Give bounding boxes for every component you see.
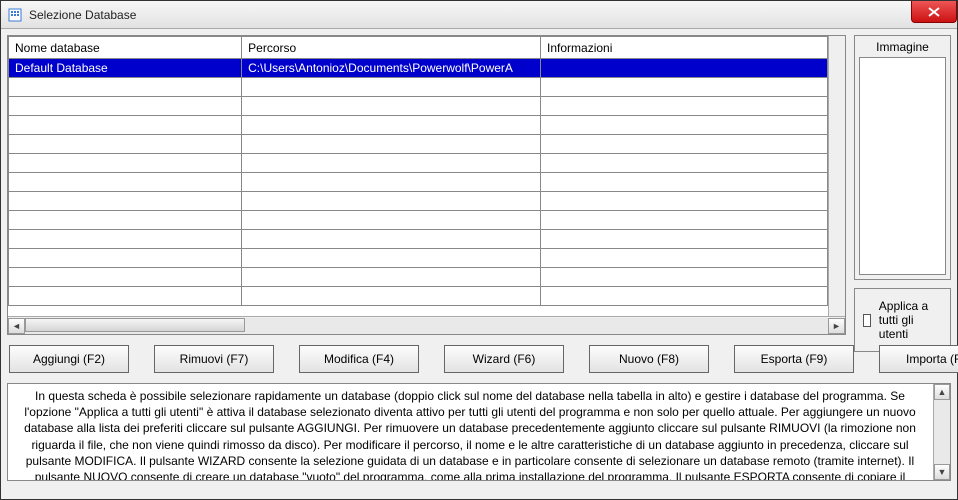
cell-info[interactable] [541,154,828,173]
table-row[interactable] [9,287,828,306]
column-header-name[interactable]: Nome database [9,37,242,59]
table-row[interactable] [9,173,828,192]
table-row[interactable] [9,97,828,116]
cell-info[interactable] [541,78,828,97]
apply-all-checkbox[interactable] [863,314,871,327]
app-icon [7,7,23,23]
help-text: In questa scheda è possibile selezionare… [14,388,944,481]
cell-info[interactable] [541,211,828,230]
cell-name[interactable] [9,230,242,249]
window-title: Selezione Database [29,8,136,22]
scroll-thumb[interactable] [25,318,245,332]
cell-info[interactable] [541,116,828,135]
button-row: Aggiungi (F2) Rimuovi (F7) Modifica (F4)… [7,341,951,377]
database-table-container: Nome database Percorso Informazioni Defa… [7,35,846,335]
cell-name[interactable] [9,154,242,173]
cell-info[interactable] [541,249,828,268]
cell-info[interactable] [541,287,828,306]
cell-name[interactable] [9,268,242,287]
cell-info[interactable] [541,192,828,211]
content-area: Nome database Percorso Informazioni Defa… [1,29,957,499]
table-vertical-scrollbar[interactable] [828,36,845,316]
table-row[interactable] [9,135,828,154]
help-scroll-track[interactable] [934,400,950,464]
table-row[interactable] [9,192,828,211]
remove-button[interactable]: Rimuovi (F7) [154,345,274,373]
scroll-down-icon[interactable]: ▼ [934,464,950,480]
cell-path[interactable] [242,116,541,135]
cell-path[interactable] [242,287,541,306]
cell-name[interactable] [9,97,242,116]
table-row[interactable] [9,249,828,268]
wizard-button[interactable]: Wizard (F6) [444,345,564,373]
cell-path[interactable] [242,192,541,211]
scroll-up-icon[interactable]: ▲ [934,384,950,400]
table-row[interactable] [9,154,828,173]
scroll-left-icon[interactable]: ◄ [8,318,25,334]
table-row[interactable]: Default DatabaseC:\Users\Antonioz\Docume… [9,59,828,78]
modify-button[interactable]: Modifica (F4) [299,345,419,373]
image-panel-label: Immagine [859,40,946,54]
cell-path[interactable] [242,154,541,173]
close-button[interactable] [911,1,957,23]
export-button[interactable]: Esporta (F9) [734,345,854,373]
cell-name[interactable]: Default Database [9,59,242,78]
cell-name[interactable] [9,287,242,306]
image-preview [859,57,946,275]
cell-info[interactable] [541,135,828,154]
cell-name[interactable] [9,116,242,135]
import-button[interactable]: Importa (F3) [879,345,958,373]
window: Selezione Database Nome database Percors… [0,0,958,500]
column-header-info[interactable]: Informazioni [541,37,828,59]
cell-path[interactable] [242,230,541,249]
cell-info[interactable] [541,59,828,78]
cell-path[interactable] [242,211,541,230]
database-grid[interactable]: Nome database Percorso Informazioni Defa… [8,36,828,316]
top-row: Nome database Percorso Informazioni Defa… [7,35,951,335]
cell-info[interactable] [541,230,828,249]
help-vertical-scrollbar[interactable]: ▲ ▼ [933,384,950,480]
cell-path[interactable] [242,173,541,192]
titlebar[interactable]: Selezione Database [1,1,957,29]
cell-info[interactable] [541,97,828,116]
cell-info[interactable] [541,268,828,287]
cell-path[interactable] [242,268,541,287]
cell-name[interactable] [9,249,242,268]
cell-path[interactable] [242,135,541,154]
image-panel: Immagine [854,35,951,280]
cell-name[interactable] [9,78,242,97]
right-panel: Immagine Applica a tutti gli utenti [854,35,951,335]
cell-path[interactable] [242,97,541,116]
cell-name[interactable] [9,192,242,211]
table-row[interactable] [9,211,828,230]
cell-name[interactable] [9,173,242,192]
table-horizontal-scrollbar[interactable]: ◄ ► [8,316,845,334]
table-row[interactable] [9,268,828,287]
new-button[interactable]: Nuovo (F8) [589,345,709,373]
add-button[interactable]: Aggiungi (F2) [9,345,129,373]
column-header-path[interactable]: Percorso [242,37,541,59]
cell-name[interactable] [9,211,242,230]
table-row[interactable] [9,116,828,135]
close-icon [928,7,940,17]
cell-path[interactable] [242,78,541,97]
table-row[interactable] [9,78,828,97]
scroll-track[interactable] [25,318,828,334]
cell-info[interactable] [541,173,828,192]
cell-name[interactable] [9,135,242,154]
cell-path[interactable]: C:\Users\Antonioz\Documents\Powerwolf\Po… [242,59,541,78]
cell-path[interactable] [242,249,541,268]
apply-all-label: Applica a tutti gli utenti [879,299,942,341]
scroll-right-icon[interactable]: ► [828,318,845,334]
help-text-panel: In questa scheda è possibile selezionare… [7,383,951,481]
table-row[interactable] [9,230,828,249]
